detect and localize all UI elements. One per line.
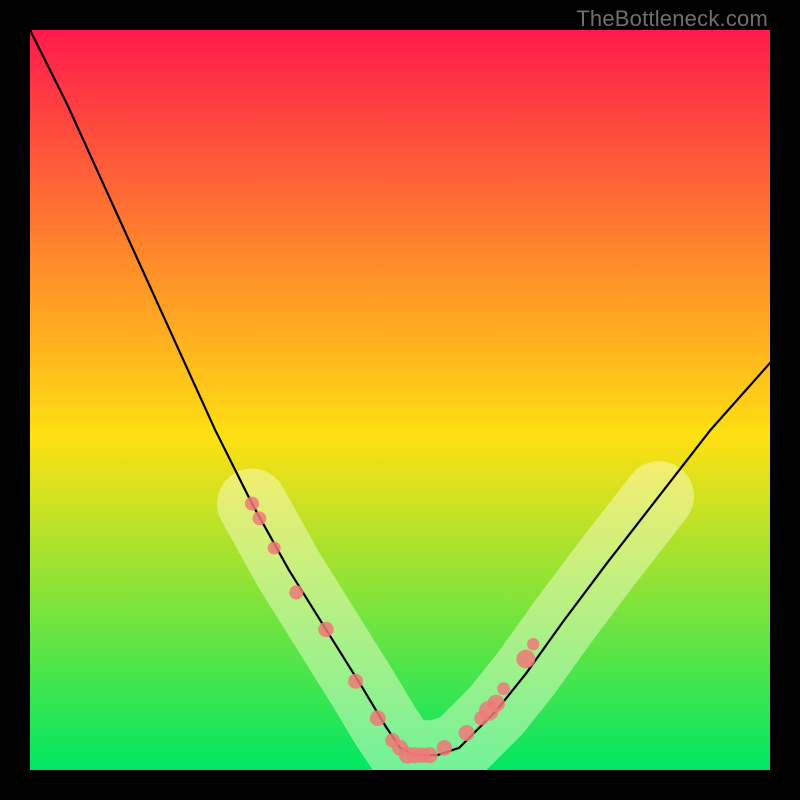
scatter-dot <box>497 682 510 695</box>
scatter-dot <box>318 622 333 637</box>
chart-svg <box>30 30 770 770</box>
watermark-text: TheBottleneck.com <box>576 6 768 32</box>
scatter-dot <box>268 542 281 555</box>
scatter-dot <box>348 674 363 689</box>
plot-area <box>30 30 770 770</box>
scatter-dot <box>516 650 535 669</box>
gradient-background <box>30 30 770 770</box>
scatter-dot <box>245 497 259 511</box>
scatter-dot <box>527 638 539 650</box>
chart-frame: TheBottleneck.com <box>0 0 800 800</box>
scatter-dot <box>253 512 267 526</box>
scatter-dot <box>289 585 303 599</box>
scatter-dot <box>459 725 475 741</box>
scatter-dot <box>370 710 386 726</box>
scatter-dot <box>437 740 453 756</box>
scatter-dot <box>422 747 438 763</box>
scatter-dot <box>488 695 505 712</box>
